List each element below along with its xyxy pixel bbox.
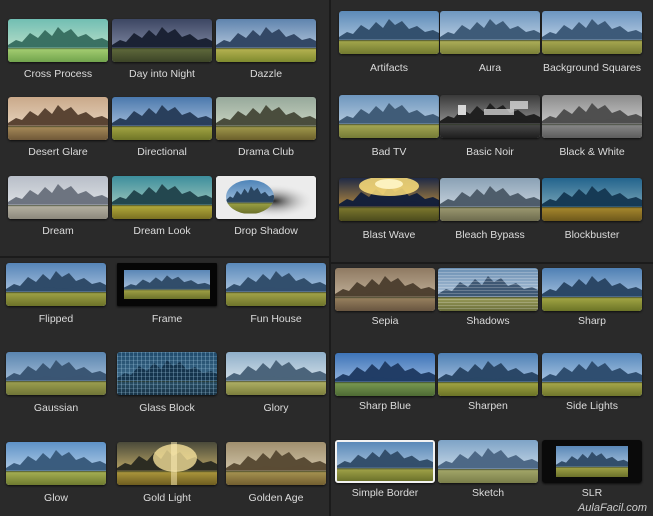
effect-tile[interactable]: Shadows — [438, 268, 538, 341]
sharpen-icon — [438, 353, 538, 396]
effect-tile[interactable]: Glory — [226, 352, 326, 428]
effect-tile[interactable]: Desert Glare — [8, 97, 108, 172]
effect-tile[interactable]: Dazzle — [216, 19, 316, 94]
effect-tile[interactable]: Gold Light — [117, 442, 217, 516]
effect-label: Drama Club — [237, 146, 295, 158]
slr-icon — [542, 440, 642, 483]
effect-label: Flipped — [38, 313, 74, 325]
effects-panel-top-right: Artifacts Aura Background Squares Bad TV Bas… — [331, 0, 653, 262]
effects-panel-bottom-left: Flipped Frame Fun House Gaussian Glass Block… — [0, 258, 329, 516]
effect-label: Black & White — [559, 146, 625, 158]
dream-icon — [8, 176, 108, 219]
artifacts-icon — [339, 11, 439, 54]
effect-label: Sharp — [577, 315, 607, 327]
blast-wave-icon — [339, 178, 439, 221]
effect-tile[interactable]: Gaussian — [6, 352, 106, 428]
effect-tile[interactable]: Directional — [112, 97, 212, 172]
sharp-icon — [542, 268, 642, 311]
effect-tile[interactable]: Cross Process — [8, 19, 108, 94]
glory-icon — [226, 352, 326, 395]
effect-tile[interactable]: Drama Club — [216, 97, 316, 172]
effects-panel-top-left: Cross Process Day into Night Dazzle Desert … — [0, 0, 329, 256]
background-squares-icon — [542, 11, 642, 54]
effect-tile[interactable]: Fun House — [226, 263, 326, 339]
effects-panel-bottom-right: Sepia Shadows Sharp Sharp Blue Sharpen Side L… — [331, 264, 653, 516]
effect-label: Glory — [263, 402, 289, 414]
effect-label: Blockbuster — [564, 229, 620, 241]
effect-tile[interactable]: Side Lights — [542, 353, 642, 426]
effect-label: Frame — [151, 313, 183, 325]
effect-tile[interactable]: Day into Night — [112, 19, 212, 94]
effect-tile[interactable]: Simple Border — [335, 440, 435, 513]
effect-tile[interactable]: Glass Block — [117, 352, 217, 428]
cross-process-icon — [8, 19, 108, 62]
drama-club-icon — [216, 97, 316, 140]
effect-tile[interactable]: Golden Age — [226, 442, 326, 516]
effect-tile[interactable]: Bleach Bypass — [440, 178, 540, 255]
effect-label: Gold Light — [143, 492, 191, 504]
basic-noir-icon — [440, 95, 540, 138]
effect-tile[interactable]: Sketch — [438, 440, 538, 513]
effect-tile[interactable]: Frame — [117, 263, 217, 339]
effect-label: Fun House — [250, 313, 302, 325]
dazzle-icon — [216, 19, 316, 62]
effect-tile[interactable]: Blast Wave — [339, 178, 439, 255]
effect-tile[interactable]: Dream — [8, 176, 108, 251]
effect-tile[interactable]: Artifacts — [339, 11, 439, 88]
drop-shadow-icon — [216, 176, 316, 219]
side-lights-icon — [542, 353, 642, 396]
frame-icon — [117, 263, 217, 306]
gaussian-icon — [6, 352, 106, 395]
effect-tile[interactable]: Black & White — [542, 95, 642, 172]
effect-tile[interactable]: Sharpen — [438, 353, 538, 426]
fun-house-icon — [226, 263, 326, 306]
effect-label: Background Squares — [542, 62, 642, 74]
flipped-icon — [6, 263, 106, 306]
effect-label: Golden Age — [248, 492, 304, 504]
bad-tv-icon — [339, 95, 439, 138]
sharp-blue-icon — [335, 353, 435, 396]
watermark-text: AulaFacil.com — [577, 502, 647, 514]
effect-tile[interactable]: Bad TV — [339, 95, 439, 172]
effect-label: Gaussian — [33, 402, 79, 414]
effect-tile[interactable]: Glow — [6, 442, 106, 516]
effect-tile[interactable]: Background Squares — [542, 11, 642, 88]
bleach-bypass-icon — [440, 178, 540, 221]
effect-label: Drop Shadow — [234, 225, 298, 237]
blockbuster-icon — [542, 178, 642, 221]
effect-label: Glow — [44, 492, 68, 504]
simple-border-icon — [335, 440, 435, 483]
desert-glare-icon — [8, 97, 108, 140]
effect-tile[interactable]: Dream Look — [112, 176, 212, 251]
effect-tile[interactable]: Drop Shadow — [216, 176, 316, 251]
effect-tile[interactable]: Basic Noir — [440, 95, 540, 172]
effect-tile[interactable]: Aura — [440, 11, 540, 88]
effect-tile[interactable]: Blockbuster — [542, 178, 642, 255]
dream-look-icon — [112, 176, 212, 219]
effect-tile[interactable]: Sharp Blue — [335, 353, 435, 426]
effect-label: Glass Block — [139, 402, 195, 414]
gold-light-icon — [117, 442, 217, 485]
glass-block-icon — [117, 352, 217, 395]
effect-label: Dazzle — [249, 68, 283, 80]
sketch-icon — [438, 440, 538, 483]
shadows-icon — [438, 268, 538, 311]
effect-label: SLR — [581, 487, 603, 499]
effect-label: Side Lights — [566, 400, 618, 412]
aura-icon — [440, 11, 540, 54]
directional-icon — [112, 97, 212, 140]
effect-tile[interactable]: Flipped — [6, 263, 106, 339]
sepia-icon — [335, 268, 435, 311]
effect-tile[interactable]: Sepia — [335, 268, 435, 341]
black-white-icon — [542, 95, 642, 138]
golden-age-icon — [226, 442, 326, 485]
effect-tile[interactable]: Sharp — [542, 268, 642, 341]
glow-icon — [6, 442, 106, 485]
day-into-night-icon — [112, 19, 212, 62]
